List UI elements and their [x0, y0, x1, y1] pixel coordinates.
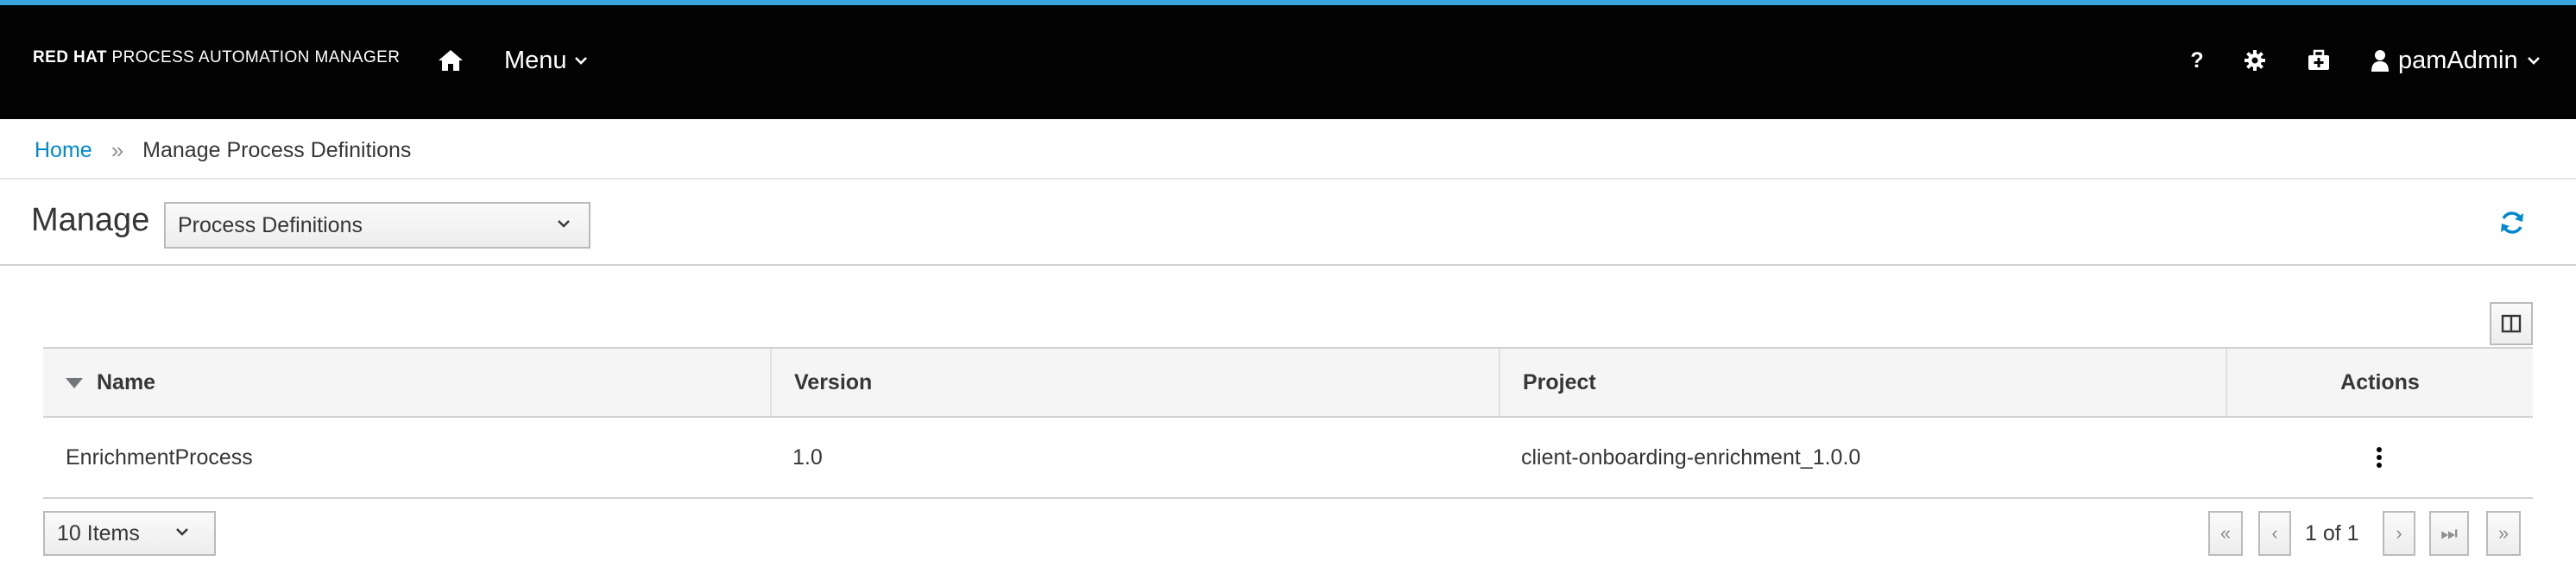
table-header: Name Version Project Actions	[43, 347, 2533, 418]
previous-page-icon: ‹	[2271, 522, 2278, 544]
tasks-button[interactable]	[2301, 43, 2336, 78]
refresh-icon	[2501, 211, 2523, 234]
help-button[interactable]: ?	[2182, 43, 2212, 78]
row-actions-button[interactable]	[2362, 440, 2396, 475]
breadcrumb-home-link[interactable]: Home	[35, 138, 92, 163]
view-select-value: Process Definitions	[178, 212, 363, 237]
process-definitions-table: Name Version Project Actions EnrichmentP…	[43, 347, 2533, 499]
divider	[0, 264, 2576, 266]
page-title: Manage	[31, 202, 150, 238]
menu-dropdown[interactable]: Menu	[504, 41, 588, 79]
divider	[0, 178, 2576, 180]
chevron-down-icon	[176, 528, 188, 536]
menu-label: Menu	[504, 46, 567, 74]
breadcrumb-current: Manage Process Definitions	[142, 137, 412, 162]
columns-icon	[2501, 314, 2522, 333]
breadcrumb-separator: »	[110, 136, 124, 163]
column-header-actions: Actions	[2226, 349, 2533, 416]
medkit-icon	[2308, 49, 2329, 70]
column-label: Project	[1523, 369, 1596, 394]
last-page-button[interactable]: ⏭	[2429, 511, 2469, 556]
skip-forward-button[interactable]: »	[2486, 511, 2521, 556]
chevron-down-icon	[558, 220, 570, 228]
next-page-button[interactable]: ›	[2383, 511, 2415, 556]
first-page-icon: «	[2219, 522, 2232, 544]
home-button[interactable]	[433, 43, 468, 78]
help-icon: ?	[2190, 47, 2204, 72]
user-name: pamAdmin	[2398, 46, 2518, 74]
items-per-page-select[interactable]: 10 Items	[43, 511, 216, 556]
column-picker-button[interactable]	[2490, 302, 2533, 345]
items-per-page-value: 10 Items	[57, 520, 140, 545]
kebab-icon	[2377, 447, 2382, 468]
view-select[interactable]: Process Definitions	[164, 202, 590, 249]
chevron-down-icon	[2527, 57, 2540, 65]
home-icon	[439, 50, 463, 71]
table-row[interactable]: EnrichmentProcess 1.0 client-onboarding-…	[43, 418, 2533, 499]
user-icon	[2371, 50, 2389, 72]
cell-actions	[2226, 418, 2533, 497]
refresh-button[interactable]	[2493, 204, 2531, 242]
sort-desc-icon	[66, 378, 83, 388]
user-menu[interactable]: pamAdmin	[2371, 43, 2541, 78]
first-page-button[interactable]: «	[2208, 511, 2243, 556]
breadcrumb: Home » Manage Process Definitions	[35, 133, 411, 167]
settings-button[interactable]	[2238, 43, 2272, 78]
column-header-name[interactable]: Name	[43, 349, 770, 416]
last-page-icon: ⏭	[2440, 522, 2458, 544]
previous-page-button[interactable]: ‹	[2258, 511, 2291, 556]
column-label: Version	[794, 369, 873, 394]
brand-name: PROCESS AUTOMATION MANAGER	[111, 48, 401, 66]
brand-logo: RED HAT PROCESS AUTOMATION MANAGER	[33, 48, 400, 67]
cell-project: client-onboarding-enrichment_1.0.0	[1521, 444, 1861, 470]
gear-icon	[2245, 50, 2265, 71]
brand-bold: RED HAT	[33, 48, 107, 66]
cell-version: 1.0	[792, 444, 823, 470]
column-label: Actions	[2340, 369, 2420, 394]
column-header-project[interactable]: Project	[1499, 349, 2226, 416]
chevron-down-icon	[574, 57, 587, 65]
column-header-version[interactable]: Version	[770, 349, 1499, 416]
next-page-icon: ›	[2396, 522, 2402, 544]
page-indicator: 1 of 1	[2305, 520, 2359, 545]
masthead: RED HAT PROCESS AUTOMATION MANAGER Menu …	[0, 5, 2576, 119]
column-label: Name	[97, 369, 156, 394]
cell-name: EnrichmentProcess	[66, 444, 253, 470]
skip-forward-icon: »	[2497, 522, 2510, 544]
